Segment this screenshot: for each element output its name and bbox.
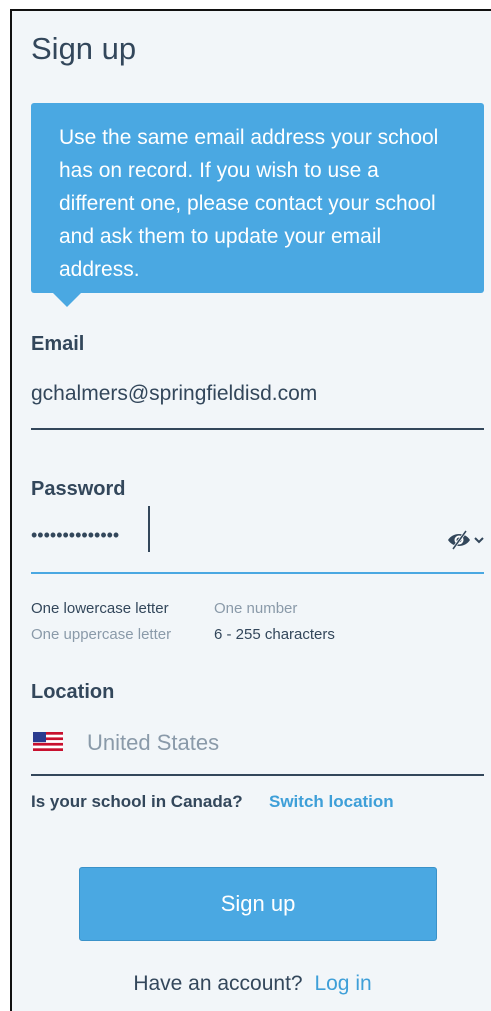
password-field[interactable]: ••••••••••••••	[31, 525, 119, 546]
signup-panel: Sign up Use the same email address your …	[10, 9, 491, 1011]
canada-question: Is your school in Canada?	[31, 792, 243, 811]
location-label: Location	[31, 681, 115, 703]
location-underline	[31, 774, 484, 776]
tooltip-arrow	[53, 293, 81, 307]
switch-location-link[interactable]: Switch location	[269, 792, 394, 812]
password-underline	[31, 572, 484, 574]
req-length: 6 - 255 characters	[214, 626, 335, 643]
email-field[interactable]: gchalmers@springfieldisd.com	[31, 382, 317, 406]
req-uppercase: One uppercase letter	[31, 626, 172, 643]
req-number: One number	[214, 600, 298, 617]
have-account-row: Have an account? Log in	[12, 972, 491, 996]
location-select[interactable]: United States	[87, 730, 219, 756]
req-lowercase: One lowercase letter	[31, 600, 169, 617]
text-caret	[148, 506, 150, 552]
email-hint-tooltip: Use the same email address your school h…	[31, 103, 484, 307]
have-account-text: Have an account?	[133, 972, 303, 995]
page-title: Sign up	[31, 31, 137, 66]
signup-button[interactable]: Sign up	[79, 867, 437, 941]
email-hint-text: Use the same email address your school h…	[59, 126, 439, 281]
email-underline	[31, 428, 484, 430]
password-label: Password	[31, 478, 126, 500]
us-flag-icon	[33, 732, 63, 751]
login-link[interactable]: Log in	[314, 972, 371, 995]
email-label: Email	[31, 333, 85, 355]
eye-hidden-icon[interactable]	[446, 529, 486, 551]
